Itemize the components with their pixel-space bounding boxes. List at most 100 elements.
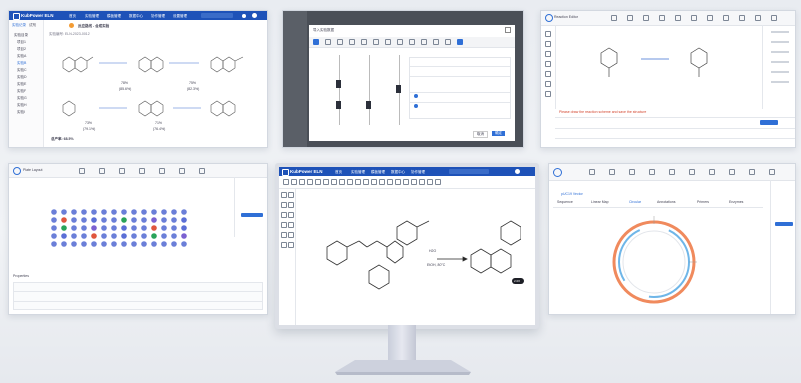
plate-well[interactable] — [151, 217, 157, 223]
nav-item-experiments[interactable]: 实验管理 — [351, 170, 365, 175]
plate-well[interactable] — [161, 225, 167, 231]
tool-icon[interactable] — [323, 179, 329, 185]
tool-icon[interactable] — [421, 39, 427, 45]
tool-icon[interactable] — [457, 39, 463, 45]
tool-icon[interactable] — [427, 179, 433, 185]
plate-well[interactable] — [91, 209, 97, 215]
sidebar-item[interactable]: 实验I — [17, 110, 25, 115]
plate-well[interactable] — [71, 241, 77, 247]
plate-well[interactable] — [121, 209, 127, 215]
sidebar-item[interactable] — [771, 31, 789, 33]
tool-icon[interactable] — [659, 15, 665, 21]
plate-well[interactable] — [141, 233, 147, 239]
tool-icon[interactable] — [691, 15, 697, 21]
plate-well[interactable] — [161, 209, 167, 215]
tool-icon[interactable] — [707, 15, 713, 21]
plate-well[interactable] — [141, 217, 147, 223]
tool-icon[interactable] — [669, 169, 675, 175]
cancel-button[interactable]: 取消 — [473, 131, 488, 138]
tool-icon[interactable] — [337, 39, 343, 45]
plate-well[interactable] — [81, 233, 87, 239]
nav-item-data[interactable]: 数据中心 — [391, 170, 405, 175]
plate-well[interactable] — [101, 233, 107, 239]
sidebar-item[interactable]: 实验H — [17, 103, 27, 108]
sidebar-item[interactable]: 实验E — [17, 82, 26, 87]
tool-icon[interactable] — [281, 202, 287, 208]
tool-icon[interactable] — [435, 179, 441, 185]
plate-well[interactable] — [51, 241, 57, 247]
tool-icon[interactable] — [545, 61, 551, 67]
tool-icon[interactable] — [769, 169, 775, 175]
tool-icon[interactable] — [629, 169, 635, 175]
tool-icon[interactable] — [281, 212, 287, 218]
sidebar-item-active[interactable]: 实验B — [17, 61, 26, 66]
plate-well[interactable] — [131, 241, 137, 247]
tool-icon[interactable] — [349, 39, 355, 45]
plate-well[interactable] — [181, 241, 187, 247]
sidebar-item[interactable]: 实验A — [17, 54, 26, 59]
tool-icon[interactable] — [589, 169, 595, 175]
nav-item-templates[interactable]: 模板管理 — [371, 170, 385, 175]
tool-icon[interactable] — [675, 15, 681, 21]
tool-icon[interactable] — [339, 179, 345, 185]
plate-well[interactable] — [61, 225, 67, 231]
plate-well[interactable] — [171, 209, 177, 215]
sidebar-item[interactable]: 实验F — [17, 89, 26, 94]
plate-well[interactable] — [161, 233, 167, 239]
plate-well[interactable] — [61, 233, 67, 239]
tool-icon[interactable] — [119, 168, 125, 174]
plate-well[interactable] — [181, 217, 187, 223]
sidebar-item[interactable]: 项目1 — [17, 40, 26, 45]
plate-well[interactable] — [111, 209, 117, 215]
plate-well[interactable] — [61, 241, 67, 247]
plate-well[interactable] — [151, 225, 157, 231]
plate-well[interactable] — [141, 225, 147, 231]
tool-icon[interactable] — [371, 179, 377, 185]
plate-well[interactable] — [81, 209, 87, 215]
sidebar-item[interactable]: 项目2 — [17, 47, 26, 52]
nav-item-data[interactable]: 数据中心 — [129, 14, 143, 19]
tool-icon[interactable] — [288, 222, 294, 228]
tool-icon[interactable] — [288, 202, 294, 208]
plate-well[interactable] — [141, 209, 147, 215]
plate-well[interactable] — [51, 225, 57, 231]
tool-icon[interactable] — [281, 192, 287, 198]
tool-icon[interactable] — [373, 39, 379, 45]
plate-well[interactable] — [121, 241, 127, 247]
sidebar-item[interactable] — [771, 81, 789, 83]
radio-button[interactable] — [414, 94, 418, 98]
plate-well[interactable] — [171, 241, 177, 247]
tool-icon[interactable] — [355, 179, 361, 185]
nav-item-templates[interactable]: 模板管理 — [107, 14, 121, 19]
plate-well[interactable] — [131, 233, 137, 239]
plate-well[interactable] — [91, 217, 97, 223]
tool-icon[interactable] — [445, 39, 451, 45]
tool-icon[interactable] — [313, 39, 319, 45]
tool-icon[interactable] — [288, 212, 294, 218]
tool-icon[interactable] — [385, 39, 391, 45]
plate-well[interactable] — [101, 225, 107, 231]
plate-well[interactable] — [71, 233, 77, 239]
tool-icon[interactable] — [281, 222, 287, 228]
tab-linear-map[interactable]: Linear Map — [591, 200, 609, 204]
tool-icon[interactable] — [199, 168, 205, 174]
nav-item-settings[interactable]: 设置管理 — [173, 14, 187, 19]
plate-well[interactable] — [131, 217, 137, 223]
tool-icon[interactable] — [139, 168, 145, 174]
tool-icon[interactable] — [281, 232, 287, 238]
plate-well[interactable] — [121, 217, 127, 223]
plate-well[interactable] — [51, 217, 57, 223]
tool-icon[interactable] — [411, 179, 417, 185]
tool-icon[interactable] — [771, 15, 777, 21]
tool-icon[interactable] — [361, 39, 367, 45]
tool-icon[interactable] — [409, 39, 415, 45]
search-input[interactable] — [449, 169, 489, 174]
tool-icon[interactable] — [315, 179, 321, 185]
tab-primers[interactable]: Primers — [697, 200, 709, 204]
nav-item-home[interactable]: 首页 — [69, 14, 76, 19]
nav-item-collab[interactable]: 协作管理 — [411, 170, 425, 175]
plate-well[interactable] — [101, 241, 107, 247]
tool-icon[interactable] — [387, 179, 393, 185]
plate-well[interactable] — [131, 209, 137, 215]
plate-well[interactable] — [161, 217, 167, 223]
